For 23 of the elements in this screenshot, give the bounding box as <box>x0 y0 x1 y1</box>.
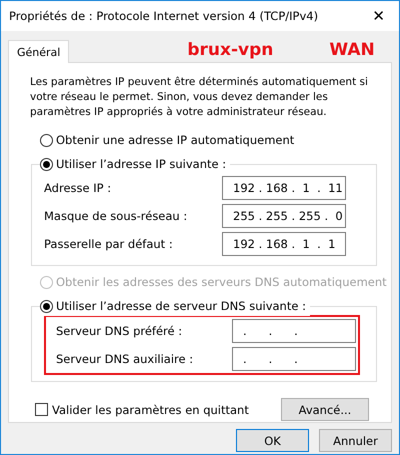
ip-address-field[interactable]: . . . <box>232 319 356 343</box>
radio-button[interactable] <box>40 134 53 146</box>
field-label: Serveur DNS préféré : <box>56 324 182 338</box>
ip-address-field[interactable]: . . . <box>232 347 356 371</box>
advanced-button[interactable]: Avancé... <box>281 398 369 421</box>
dialog-button[interactable]: Annuler <box>319 429 392 452</box>
field-label: Serveur DNS auxiliaire : <box>56 352 194 366</box>
tab[interactable]: Général <box>8 40 70 63</box>
radio-button[interactable] <box>40 158 53 170</box>
dialog-button[interactable]: OK <box>236 429 309 452</box>
annotation-label: WAN <box>329 40 375 60</box>
window-title: Propriétés de : Protocole Internet version 4 (TCP/IPv4) <box>9 9 318 23</box>
annotation-label: brux-vpn <box>187 40 274 60</box>
field-label: Masque de sous-réseau : <box>44 209 188 223</box>
ip-address-field[interactable]: 192 . 168 . 1 . 11 <box>222 176 346 200</box>
ip-address-field[interactable]: 192 . 168 . 1 . 1 <box>222 232 346 256</box>
radio-button[interactable] <box>40 300 53 312</box>
description-text: Les paramètres IP peuvent être déterminés automatiquement si votre réseau le permet. Sinon, vous devez demander les paramètres IP appropriés à votre administrateur réseau. <box>30 75 369 120</box>
ip-address-field[interactable]: 255 . 255 . 255 . 0 <box>222 204 346 228</box>
checkbox[interactable]: Valider les paramètres en quittant <box>35 402 249 416</box>
field-label: Adresse IP : <box>44 181 112 195</box>
field-label: Passerelle par défaut : <box>44 237 173 251</box>
close-button[interactable]: ✕ <box>366 7 391 25</box>
